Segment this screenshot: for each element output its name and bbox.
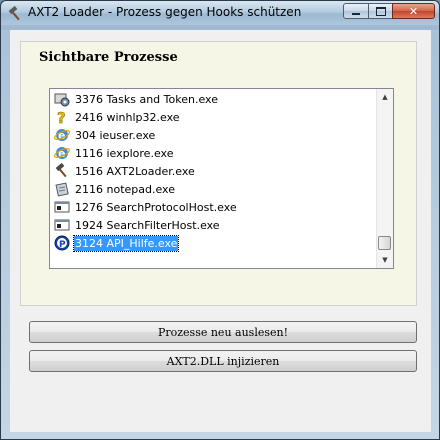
hammer-icon[interactable]: [7, 6, 23, 22]
arrow-down-icon: ▼: [382, 256, 388, 264]
hammer-icon: [55, 163, 67, 178]
process-listbox[interactable]: 3376 Tasks and Token.exe ? 2416 winhlp32…: [49, 88, 394, 269]
arrow-up-icon: ▲: [382, 93, 388, 101]
list-item[interactable]: e 304 ieuser.exe: [52, 126, 375, 144]
process-label: 2416 winhlp32.exe: [75, 110, 180, 124]
process-label: 3376 Tasks and Token.exe: [75, 92, 218, 106]
process-label: 3124 API_Hilfe.exe: [72, 234, 180, 252]
window-title: AXT2 Loader - Prozess gegen Hooks schütz…: [28, 5, 302, 19]
list-item[interactable]: 3376 Tasks and Token.exe: [52, 90, 375, 108]
list-item[interactable]: ? 2416 winhlp32.exe: [52, 108, 375, 126]
list-item[interactable]: 2116 notepad.exe: [52, 180, 375, 198]
inject-dll-button[interactable]: AXT2.DLL injizieren: [29, 350, 417, 372]
internet-explorer-icon: e: [54, 147, 70, 160]
maximize-button[interactable]: [368, 3, 393, 19]
list-item[interactable]: 1924 SearchFilterHost.exe: [52, 216, 375, 234]
process-label: 1924 SearchFilterHost.exe: [75, 218, 220, 232]
list-item[interactable]: e 1116 iexplore.exe: [52, 144, 375, 162]
list-item[interactable]: 1276 SearchProtocolHost.exe: [52, 198, 375, 216]
reload-processes-button[interactable]: Prozesse neu auslesen!: [29, 321, 417, 343]
process-label: 1276 SearchProtocolHost.exe: [75, 200, 237, 214]
process-label: 2116 notepad.exe: [75, 182, 175, 196]
scroll-thumb[interactable]: [378, 236, 391, 250]
maximize-icon: [375, 6, 386, 16]
console-window-icon: [54, 201, 70, 213]
title-bar[interactable]: AXT2 Loader - Prozess gegen Hooks schütz…: [1, 1, 439, 25]
internet-explorer-icon: e: [54, 129, 70, 142]
console-window-icon: [54, 219, 70, 231]
app-gear-icon: [54, 93, 70, 107]
minimize-button[interactable]: [343, 3, 369, 19]
vertical-scrollbar[interactable]: ▲ ▼: [376, 89, 393, 268]
close-button[interactable]: ✕: [392, 3, 435, 19]
list-item[interactable]: 1516 AXT2Loader.exe: [52, 162, 375, 180]
close-icon: ✕: [408, 4, 419, 18]
blue-p-icon: P: [54, 235, 70, 251]
minimize-icon: [352, 12, 360, 15]
process-label: 304 ieuser.exe: [75, 128, 156, 142]
help-question-icon: ?: [57, 109, 66, 125]
process-label: 1516 AXT2Loader.exe: [75, 164, 195, 178]
group-title: Sichtbare Prozesse: [39, 50, 178, 65]
main-window: AXT2 Loader - Prozess gegen Hooks schütz…: [0, 0, 440, 440]
svg-text:?: ?: [57, 109, 66, 125]
scroll-down-button[interactable]: ▼: [377, 252, 393, 268]
notepad-icon: [55, 182, 69, 197]
list-item-selected[interactable]: P 3124 API_Hilfe.exe: [52, 234, 375, 252]
svg-text:P: P: [59, 240, 66, 250]
process-label: 1116 iexplore.exe: [75, 146, 174, 160]
scroll-up-button[interactable]: ▲: [377, 89, 393, 105]
